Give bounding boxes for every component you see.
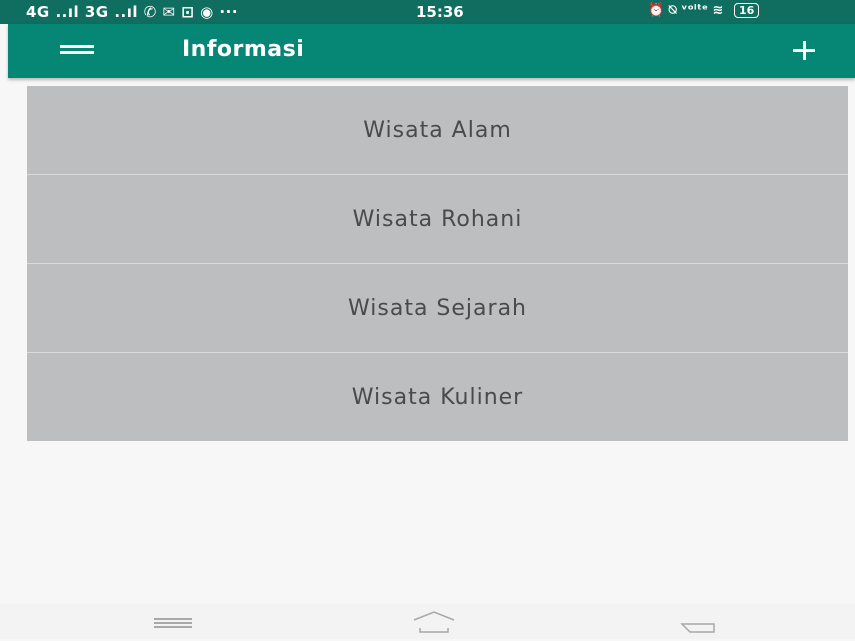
status-time: 15:36 bbox=[416, 3, 464, 21]
list-item-wisata-kuliner[interactable]: Wisata Kuliner bbox=[27, 353, 848, 441]
home-icon[interactable] bbox=[410, 608, 458, 636]
add-icon[interactable] bbox=[784, 36, 824, 66]
list-item-label: Wisata Sejarah bbox=[348, 295, 527, 321]
back-icon[interactable] bbox=[676, 608, 724, 636]
list-item-wisata-rohani[interactable]: Wisata Rohani bbox=[27, 175, 848, 263]
status-icons: ⏰ ⍉ ᵛᵒˡᵗᵉ ≋ bbox=[648, 3, 724, 18]
hamburger-menu-icon[interactable] bbox=[52, 42, 108, 60]
page-title: Informasi bbox=[182, 37, 305, 62]
list-item-wisata-alam[interactable]: Wisata Alam bbox=[27, 86, 848, 174]
list-item-wisata-sejarah[interactable]: Wisata Sejarah bbox=[27, 264, 848, 352]
list-item-label: Wisata Kuliner bbox=[351, 384, 524, 410]
menu-icon[interactable] bbox=[150, 608, 198, 636]
list-item-label: Wisata Alam bbox=[363, 117, 512, 143]
category-list: Wisata Alam Wisata Rohani Wisata Sejarah… bbox=[27, 86, 848, 441]
battery-icon: 16 bbox=[733, 3, 760, 18]
list-item-label: Wisata Rohani bbox=[352, 206, 523, 232]
app-bar: Informasi bbox=[8, 24, 855, 78]
status-bar: 4G ..ıl 3G ..ıl ✆ ✉ ⊡ ◉ ··· 15:36 ⏰ ⍉ ᵛᵒ… bbox=[0, 0, 855, 24]
system-nav-bar bbox=[0, 604, 855, 639]
status-indicators-right: ⏰ ⍉ ᵛᵒˡᵗᵉ ≋ 16 bbox=[648, 3, 760, 18]
status-indicators-left: 4G ..ıl 3G ..ıl ✆ ✉ ⊡ ◉ ··· bbox=[26, 3, 239, 21]
